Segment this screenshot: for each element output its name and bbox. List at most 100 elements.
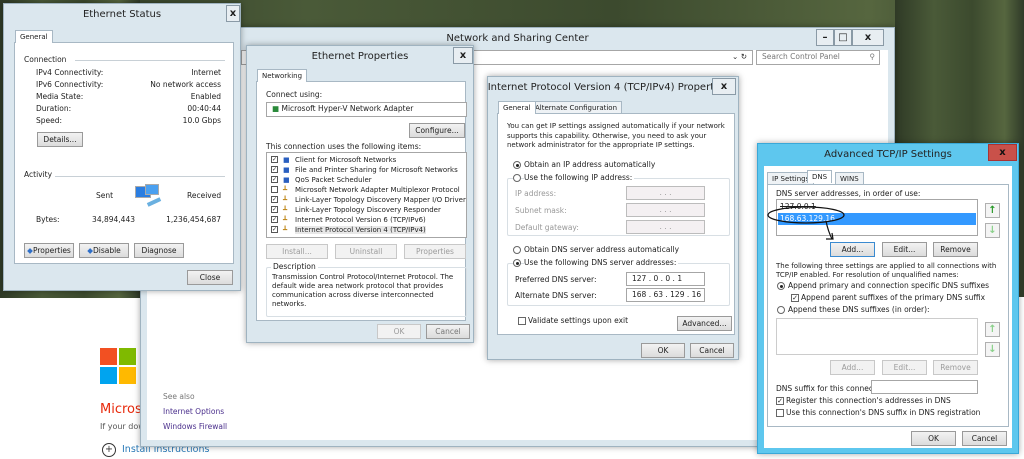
tab-general[interactable]: General — [498, 101, 536, 114]
media-state-value: Enabled — [190, 92, 221, 101]
default-gateway-input[interactable]: . . . — [626, 220, 705, 234]
ipv4-label: IPv4 Connectivity: — [36, 68, 104, 77]
ipv4-properties-window: Internet Protocol Version 4 (TCP/IPv4) P… — [487, 76, 739, 360]
subnet-mask-input[interactable]: . . . — [626, 203, 705, 217]
use-following-ip-label: Use the following IP address: — [524, 173, 635, 182]
disable-button[interactable]: ◆Disable — [79, 243, 129, 258]
dns-suffix-input[interactable] — [871, 380, 978, 394]
cancel-button[interactable]: Cancel — [690, 343, 734, 358]
list-item[interactable]: ✓ ┻ Link-Layer Topology Discovery Mapper I… — [271, 195, 466, 205]
suffix-add-button[interactable]: Add... — [830, 360, 875, 375]
edit-button[interactable]: Edit... — [882, 242, 927, 257]
minimize-button[interactable]: – — [816, 29, 834, 46]
list-item[interactable]: ✓ ■ QoS Packet Scheduler — [271, 175, 462, 185]
cancel-button[interactable]: Cancel — [426, 324, 470, 339]
connect-using-label: Connect using: — [266, 90, 323, 99]
item-checkbox[interactable]: ✓ — [271, 166, 278, 173]
dns-panel: DNS server addresses, in order of use: 1… — [767, 184, 1009, 427]
default-gateway-label: Default gateway: — [515, 223, 579, 232]
item-checkbox[interactable]: ✓ — [271, 176, 278, 183]
suffix-move-up-button[interactable]: ↑ — [985, 322, 1000, 337]
list-item[interactable]: ✓ ┻ Internet Protocol Version 6 (TCP/IPv6) — [271, 215, 462, 225]
suffix-move-down-button[interactable]: ↓ — [985, 342, 1000, 357]
received-label: Received — [187, 191, 222, 200]
items-label: This connection uses the following items… — [266, 142, 422, 151]
adapter-field: ■ Microsoft Hyper-V Network Adapter — [266, 102, 467, 117]
item-label: File and Printer Sharing for Microsoft N… — [295, 166, 458, 174]
ip-address-input[interactable]: . . . — [626, 186, 705, 200]
list-item[interactable]: ✓ ■ Client for Microsoft Networks — [271, 155, 462, 165]
close-button[interactable]: x — [988, 144, 1017, 161]
item-label: Link-Layer Topology Discovery Responder — [295, 206, 441, 214]
tab-general[interactable]: General — [15, 30, 53, 43]
ok-button[interactable]: OK — [377, 324, 421, 339]
window-title: Advanced TCP/IP Settings — [824, 149, 952, 160]
close-button[interactable]: x — [712, 78, 736, 95]
uninstall-button[interactable]: Uninstall — [335, 244, 397, 259]
validate-checkbox[interactable] — [518, 317, 526, 325]
add-button[interactable]: Add... — [830, 242, 875, 257]
ipv4-value: Internet — [191, 68, 221, 77]
protocol-icon: ┻ — [283, 186, 288, 194]
configure-button[interactable]: Configure... — [409, 123, 465, 138]
item-checkbox[interactable]: ✓ — [271, 226, 278, 233]
move-down-button[interactable]: ↓ — [985, 223, 1000, 238]
item-checkbox[interactable] — [271, 186, 278, 193]
alternate-dns-input[interactable]: 168 . 63 . 129 . 16 — [626, 288, 705, 302]
properties-button[interactable]: ◆Properties — [24, 243, 74, 258]
list-item[interactable]: ✓ ┻ Link-Layer Topology Discovery Responde… — [271, 205, 462, 215]
ip-address-label: IP address: — [515, 189, 557, 198]
register-checkbox[interactable]: ✓ — [776, 397, 784, 405]
ipv6-value: No network access — [150, 80, 221, 89]
append-these-radio[interactable] — [777, 306, 785, 314]
move-up-button[interactable]: ↑ — [985, 203, 1000, 218]
diagnose-button[interactable]: Diagnose — [134, 243, 184, 258]
advanced-button[interactable]: Advanced... — [677, 316, 732, 331]
tab-networking[interactable]: Networking — [257, 69, 308, 82]
maximize-button[interactable]: □ — [834, 29, 852, 46]
obtain-ip-auto-radio[interactable] — [513, 161, 521, 169]
list-item[interactable]: ┻ Microsoft Network Adapter Multiplexor P… — [271, 185, 462, 195]
ok-button[interactable]: OK — [911, 431, 956, 446]
cancel-button[interactable]: Cancel — [962, 431, 1007, 446]
item-properties-button[interactable]: Properties — [404, 244, 466, 259]
internet-options-link[interactable]: Internet Options — [163, 407, 224, 416]
preferred-dns-input[interactable]: 127 . 0 . 0 . 1 — [626, 272, 705, 286]
append-parent-checkbox[interactable]: ✓ — [791, 294, 799, 302]
window-title: Ethernet Properties — [311, 51, 409, 62]
close-button[interactable]: x — [453, 47, 473, 64]
speed-value: 10.0 Gbps — [182, 116, 221, 125]
use-following-dns-radio[interactable] — [513, 259, 521, 267]
append-these-label: Append these DNS suffixes (in order): — [788, 305, 930, 314]
suffix-list[interactable] — [776, 318, 978, 355]
list-item[interactable]: ✓ ■ File and Printer Sharing for Microsoft… — [271, 165, 462, 175]
install-button[interactable]: Install... — [266, 244, 328, 259]
close-dialog-button[interactable]: Close — [187, 270, 233, 285]
list-item[interactable]: ✓ ┻ Internet Protocol Version 4 (TCP/IPv4) — [271, 225, 462, 235]
suffix-remove-button[interactable]: Remove — [933, 360, 978, 375]
activity-heading: Activity — [24, 170, 53, 179]
tab-dns[interactable]: DNS — [807, 170, 833, 183]
obtain-dns-auto-radio[interactable] — [513, 246, 521, 254]
windows-firewall-link[interactable]: Windows Firewall — [163, 422, 227, 431]
item-checkbox[interactable]: ✓ — [271, 216, 278, 223]
items-list[interactable]: ✓ ■ Client for Microsoft Networks ✓ ■ File an… — [266, 152, 467, 238]
remove-button[interactable]: Remove — [933, 242, 978, 257]
item-checkbox[interactable]: ✓ — [271, 206, 278, 213]
subnet-mask-label: Subnet mask: — [515, 206, 567, 215]
close-button[interactable]: x — [226, 5, 240, 22]
append-primary-radio[interactable] — [777, 282, 785, 290]
ok-button[interactable]: OK — [641, 343, 685, 358]
suffix-edit-button[interactable]: Edit... — [882, 360, 927, 375]
item-checkbox[interactable]: ✓ — [271, 196, 278, 203]
network-service-icon: ■ — [283, 156, 290, 164]
search-input[interactable]: Search Control Panel ⚲ — [756, 50, 880, 65]
intro-text: You can get IP settings assigned automat… — [507, 122, 725, 149]
close-button[interactable]: x — [852, 29, 884, 46]
item-checkbox[interactable]: ✓ — [271, 156, 278, 163]
use-following-ip-radio[interactable] — [513, 174, 521, 182]
ethernet-properties-window: Ethernet Properties x Networking Connect… — [246, 45, 474, 343]
details-button[interactable]: Details... — [37, 132, 83, 147]
use-suffix-checkbox[interactable] — [776, 409, 784, 417]
general-panel: Connection IPv4 Connectivity: Internet I… — [14, 42, 234, 264]
